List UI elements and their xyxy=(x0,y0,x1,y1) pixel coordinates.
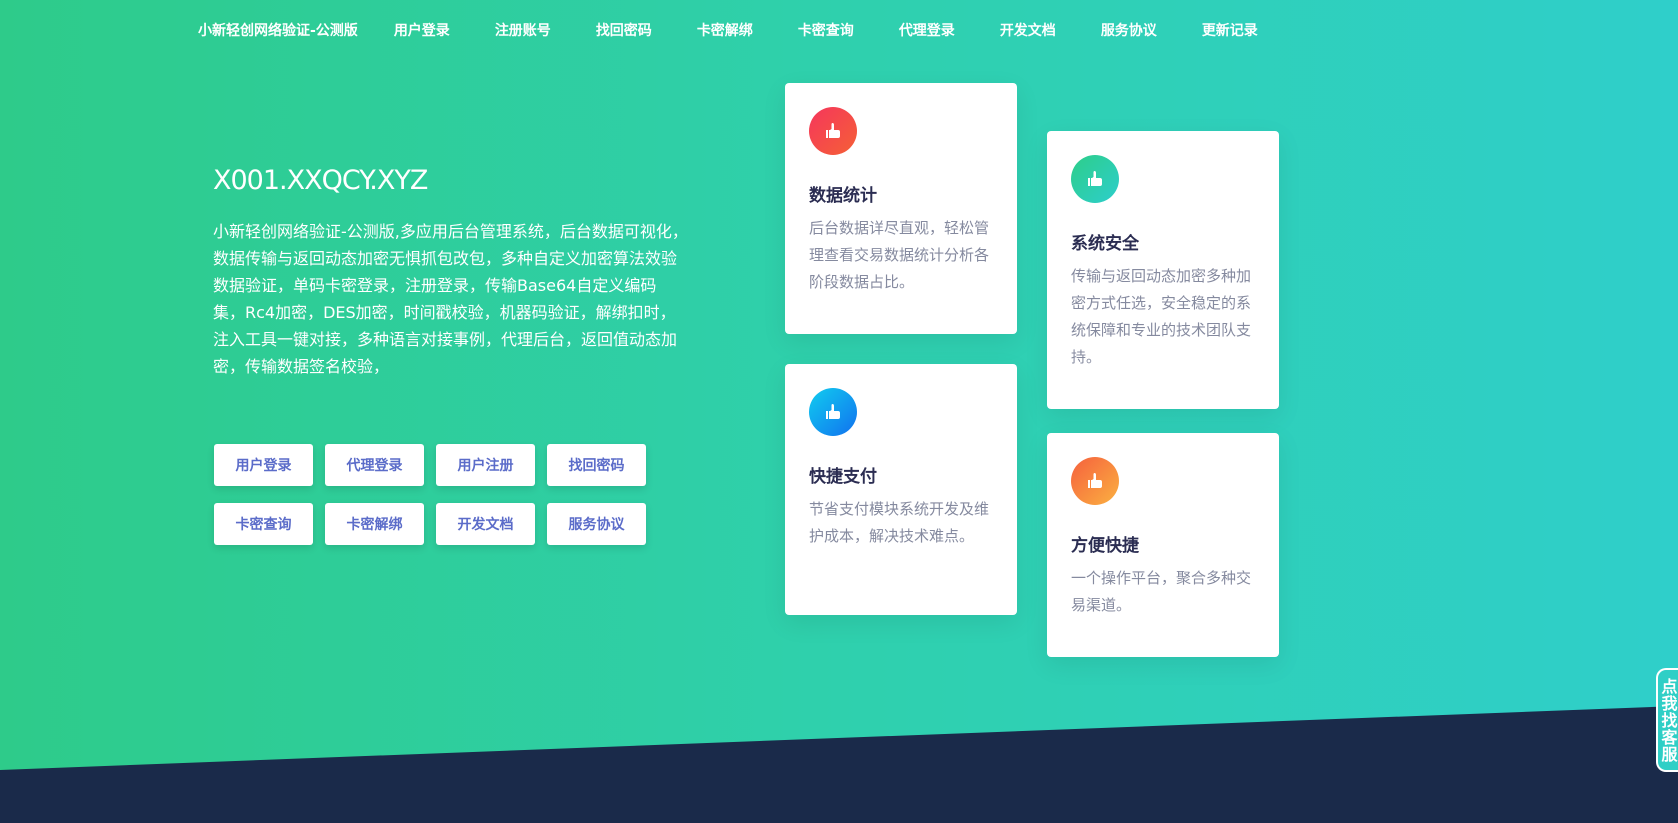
feature-title: 快捷支付 xyxy=(809,467,877,487)
thumbs-up-icon xyxy=(809,388,857,436)
thumbs-up-icon xyxy=(809,107,857,155)
nav-link-user-login[interactable]: 用户登录 xyxy=(394,20,450,40)
feature-text: 后台数据详尽直观，轻松管理查看交易数据统计分析各阶段数据占比。 xyxy=(809,219,990,291)
hero-title: X001.XXQCY.XYZ xyxy=(213,165,428,196)
feature-title: 方便快捷 xyxy=(1071,536,1139,556)
user-login-button[interactable]: 用户登录 xyxy=(214,444,313,486)
feature-card-quick-pay: 快捷支付 节省支付模块系统开发及维护成本，解决技术难点。 xyxy=(785,364,1017,615)
thumbs-up-icon xyxy=(1071,457,1119,505)
dev-docs-button[interactable]: 开发文档 xyxy=(436,503,535,545)
nav-link-register[interactable]: 注册账号 xyxy=(495,20,551,40)
feature-text: 节省支付模块系统开发及维护成本，解决技术难点。 xyxy=(809,500,990,545)
brand-link[interactable]: 小新轻创网络验证-公测版 xyxy=(198,20,358,40)
feature-title: 系统安全 xyxy=(1071,234,1139,254)
thumbs-up-icon xyxy=(1071,155,1119,203)
feature-card-convenience: 方便快捷 一个操作平台，聚合多种交易渠道。 xyxy=(1047,433,1279,657)
card-query-button[interactable]: 卡密查询 xyxy=(214,503,313,545)
nav-link-agent-login[interactable]: 代理登录 xyxy=(899,20,955,40)
hero-section: X001.XXQCY.XYZ 小新轻创网络验证-公测版,多应用后台管理系统，后台… xyxy=(213,165,693,380)
service-agreement-button[interactable]: 服务协议 xyxy=(547,503,646,545)
nav-link-changelog[interactable]: 更新记录 xyxy=(1202,20,1258,40)
card-unbind-button[interactable]: 卡密解绑 xyxy=(325,503,424,545)
hero-button-grid: 用户登录 代理登录 用户注册 找回密码 卡密查询 卡密解绑 开发文档 服务协议 xyxy=(214,444,646,545)
nav-link-dev-docs[interactable]: 开发文档 xyxy=(1000,20,1056,40)
nav-link-card-query[interactable]: 卡密查询 xyxy=(798,20,854,40)
feature-title: 数据统计 xyxy=(809,186,877,206)
user-register-button[interactable]: 用户注册 xyxy=(436,444,535,486)
nav-link-service-agreement[interactable]: 服务协议 xyxy=(1101,20,1157,40)
feature-text: 传输与返回动态加密多种加密方式任选，安全稳定的系统保障和专业的技术团队支持。 xyxy=(1071,267,1252,366)
nav-link-recover-password[interactable]: 找回密码 xyxy=(596,20,652,40)
customer-service-tab[interactable]: 点我找客服 xyxy=(1656,668,1678,772)
feature-text: 一个操作平台，聚合多种交易渠道。 xyxy=(1071,569,1252,614)
top-navigation: 小新轻创网络验证-公测版 用户登录 注册账号 找回密码 卡密解绑 卡密查询 代理… xyxy=(198,0,1303,60)
nav-links: 用户登录 注册账号 找回密码 卡密解绑 卡密查询 代理登录 开发文档 服务协议 … xyxy=(394,20,1303,40)
nav-link-card-unbind[interactable]: 卡密解绑 xyxy=(697,20,753,40)
recover-password-button[interactable]: 找回密码 xyxy=(547,444,646,486)
feature-card-data-stats: 数据统计 后台数据详尽直观，轻松管理查看交易数据统计分析各阶段数据占比。 xyxy=(785,83,1017,334)
hero-description: 小新轻创网络验证-公测版,多应用后台管理系统，后台数据可视化，数据传输与返回动态… xyxy=(213,222,688,376)
feature-card-system-security: 系统安全 传输与返回动态加密多种加密方式任选，安全稳定的系统保障和专业的技术团队… xyxy=(1047,131,1279,409)
agent-login-button[interactable]: 代理登录 xyxy=(325,444,424,486)
